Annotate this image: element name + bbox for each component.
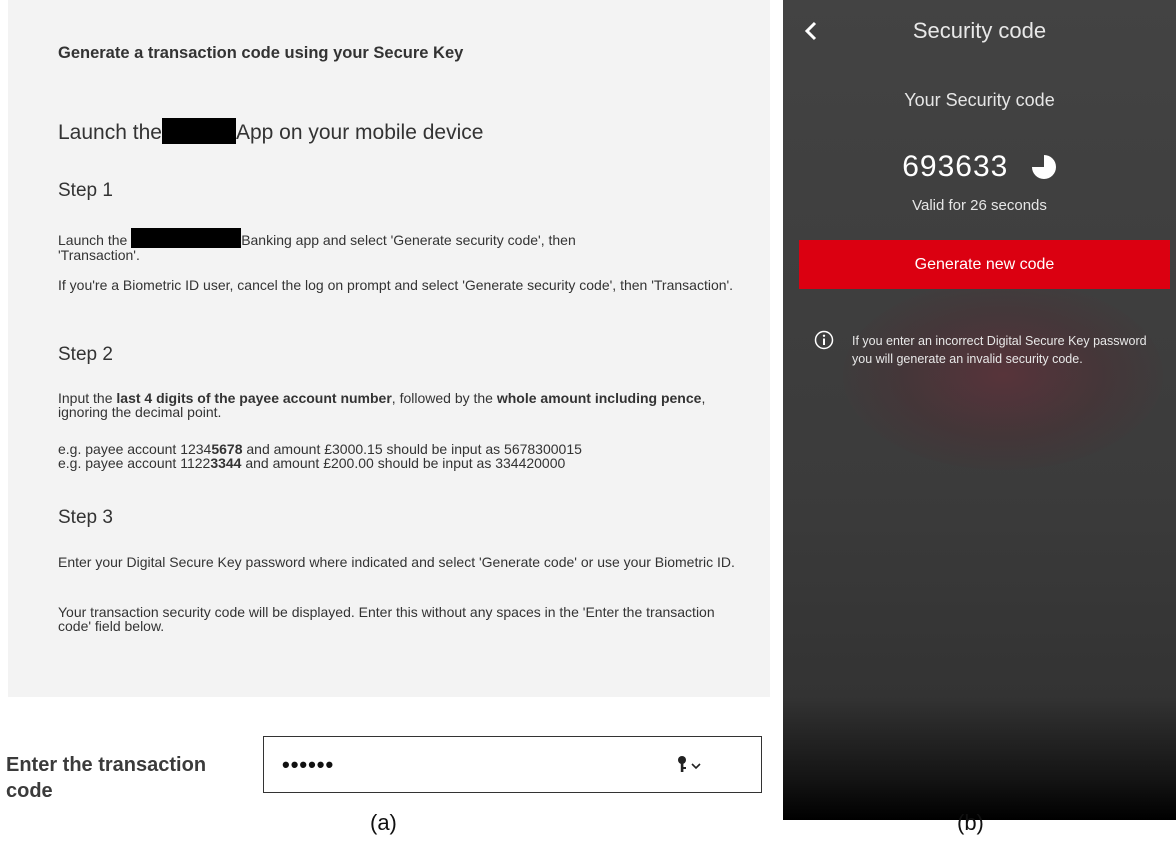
step-2-examples: e.g. payee account 12345678 and amount £…: [58, 442, 738, 470]
step-1-line1-cont: 'Transaction'.: [58, 247, 140, 263]
app-header: Security code: [783, 12, 1176, 52]
info-icon: [814, 330, 834, 350]
instructions-box: Generate a transaction code using your S…: [8, 0, 770, 697]
page-heading: Generate a transaction code using your S…: [58, 44, 464, 62]
security-code-subtitle: Your Security code: [904, 90, 1055, 110]
step-2-mid: , followed by the: [391, 390, 497, 406]
caption-b: (b): [957, 810, 984, 835]
caption-a: (a): [370, 810, 397, 835]
step-1-line1-after: Banking app and select 'Generate securit…: [241, 232, 576, 248]
validity-text: Valid for 26 seconds: [912, 197, 1047, 214]
transaction-code-label: Enter the transaction code: [6, 754, 207, 802]
step-2-bold-amount: whole amount including pence: [496, 390, 702, 406]
panel-b-mobile-app: Security code Your Security code 693633 …: [783, 0, 1176, 820]
step-3-display-text: Your transaction security code will be d…: [58, 604, 715, 634]
step-1-title: Step 1: [58, 180, 113, 201]
launch-heading-before: Launch the: [58, 121, 162, 144]
step-2-title: Step 2: [58, 344, 113, 365]
security-code-value: 693633: [902, 150, 1009, 183]
launch-heading-after: App on your mobile device: [235, 121, 484, 144]
step-2-text: Input the last 4 digits of the payee acc…: [58, 391, 738, 419]
generate-new-code-button[interactable]: Generate new code: [799, 240, 1170, 289]
step-3-text: Enter your Digital Secure Key password w…: [58, 554, 735, 570]
masked-code-value: ••••••: [282, 752, 335, 777]
key-dropdown-icon[interactable]: [674, 755, 708, 775]
screen-title: Security code: [912, 18, 1047, 43]
step-3-title: Step 3: [58, 507, 113, 528]
example-2-post: and amount £200.00 should be input as 33…: [241, 455, 566, 471]
panel-a-web-form: Generate a transaction code using your S…: [0, 0, 775, 856]
step-1-line1-before: Launch the: [58, 232, 128, 248]
step-1-text: Launch the Banking app and select 'Gener…: [58, 228, 738, 262]
example-2-pre: e.g. payee account 1122: [58, 455, 211, 471]
countdown-timer-icon: [1031, 155, 1056, 179]
info-message: If you enter an incorrect Digital Secure…: [852, 334, 1147, 366]
blurred-background: [843, 280, 1163, 470]
example-2-bold: 3344: [210, 455, 242, 471]
launch-heading: Launch the App on your mobile device: [58, 118, 483, 145]
step-1-biometric-text: If you're a Biometric ID user, cancel th…: [58, 277, 734, 293]
transaction-code-input[interactable]: ••••••: [263, 736, 762, 793]
security-code-row: 693633: [783, 150, 1176, 184]
redacted-bank-name: [131, 228, 242, 248]
redacted-bank-name: [161, 118, 236, 144]
